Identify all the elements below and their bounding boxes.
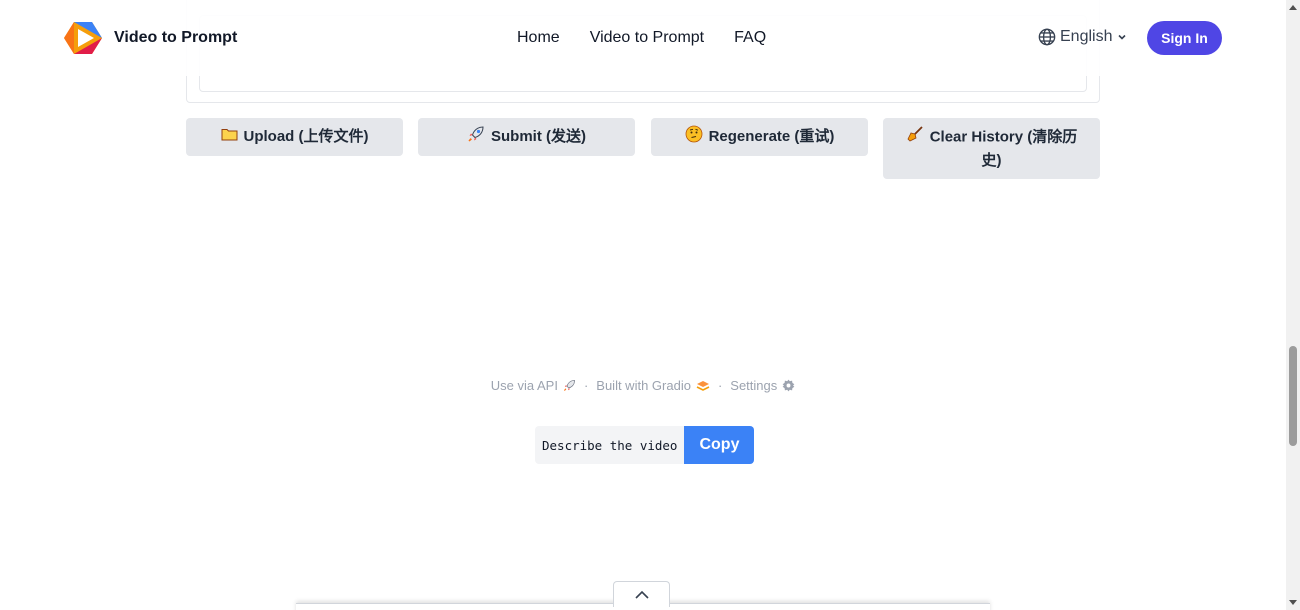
language-selector[interactable]: English [1038,28,1128,46]
clear-history-content: Clear History (清除历史) [901,125,1082,172]
clear-history-button[interactable]: Clear History (清除历史) [883,118,1100,179]
scroll-up-arrow[interactable] [1286,0,1300,14]
main-nav: Home Video to Prompt FAQ [517,29,766,47]
brand-name: Video to Prompt [114,29,238,46]
language-label: English [1060,28,1113,45]
footer-separator: · [717,378,723,393]
rocket-icon [563,380,575,391]
scroll-down-arrow[interactable] [1286,596,1300,610]
gradio-logo-icon [696,380,710,391]
settings-label: Settings [730,378,778,393]
page-scrollbar[interactable] [1286,0,1300,610]
built-with-gradio-label: Built with Gradio [596,378,691,393]
upload-button-label: Upload (上传文件) [243,128,369,145]
footer-separator: · [583,378,589,393]
prompt-text: Describe the video [535,426,685,464]
rocket-icon [467,125,485,150]
scroll-thumb[interactable] [1289,346,1297,446]
triangle-up-icon [1289,5,1297,10]
prompt-copy-widget: Describe the video Copy [535,426,755,464]
globe-icon [1038,28,1056,46]
triangle-down-icon [1289,600,1297,605]
built-with-gradio-link[interactable]: Built with Gradio [596,378,710,393]
clear-history-button-label: Clear History (清除历史) [929,128,1078,169]
panel-toggle-button[interactable] [613,581,670,607]
navbar: Video to Prompt Home Video to Prompt FAQ… [0,0,1286,76]
nav-link-home[interactable]: Home [517,29,560,47]
submit-button[interactable]: Submit (发送) [418,118,635,156]
thinking-face-icon [685,125,703,150]
regenerate-button[interactable]: Regenerate (重试) [651,118,868,156]
brand-link[interactable]: Video to Prompt [64,20,237,56]
nav-link-faq[interactable]: FAQ [734,29,766,47]
submit-button-label: Submit (发送) [491,128,586,145]
gradio-footer: Use via API · Built with Gradio · Settin… [0,378,1286,393]
sign-in-button[interactable]: Sign In [1147,21,1222,55]
copy-button[interactable]: Copy [684,426,755,464]
broom-icon [906,125,924,150]
chevron-up-icon [634,590,649,599]
regenerate-button-label: Regenerate (重试) [708,128,835,145]
folder-icon [221,126,238,148]
use-via-api-label: Use via API [490,378,558,393]
settings-link[interactable]: Settings [730,378,795,393]
nav-link-video-to-prompt[interactable]: Video to Prompt [590,29,704,47]
brand-logo-icon [64,22,102,54]
gear-icon [782,379,795,392]
upload-button[interactable]: Upload (上传文件) [186,118,403,156]
chevron-down-icon [1118,34,1127,40]
use-via-api-link[interactable]: Use via API [491,378,576,393]
